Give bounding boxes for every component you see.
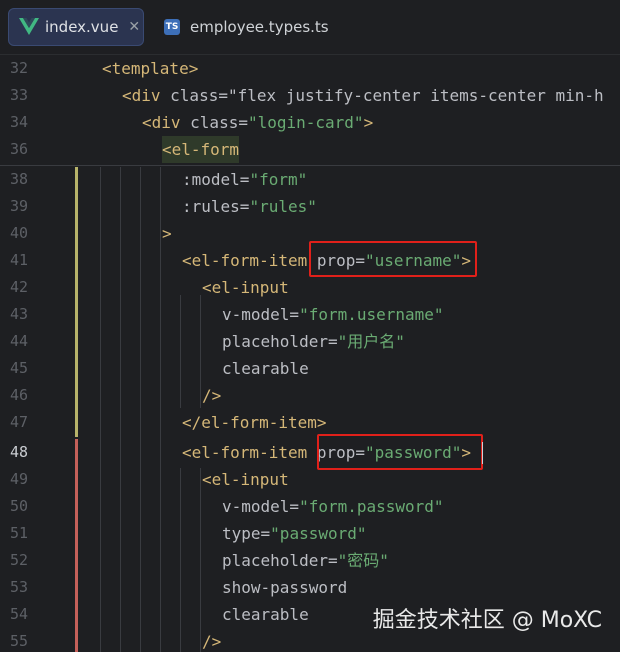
highlight-box-password-prop <box>317 434 483 470</box>
code-text: > <box>162 224 172 243</box>
code-line: 34 <div class="login-card"> <box>0 109 620 136</box>
code-line: 53 show-password <box>0 574 620 601</box>
tab-employee-types-ts[interactable]: TS employee.types.ts <box>164 8 329 46</box>
tab-index-vue[interactable]: index.vue ✕ <box>8 8 144 46</box>
code-text: <div class="login-card"> <box>142 113 374 132</box>
tab-label: employee.types.ts <box>190 18 329 36</box>
code-text: /> <box>202 632 222 651</box>
code-line: 46/> <box>0 382 620 409</box>
code-text: clearable <box>222 605 309 624</box>
ts-file-icon: TS <box>164 19 180 35</box>
code-line: 43 v-model="form.username" <box>0 301 620 328</box>
code-line: 42 <el-input <box>0 274 620 301</box>
code-text: :model="form" <box>182 170 308 189</box>
code-text: <el-input <box>202 278 289 297</box>
code-line: 32 <template> <box>9 59 199 78</box>
code-text: <template> <box>102 59 199 78</box>
code-text: </el-form-item> <box>182 413 327 432</box>
highlight-box-username-prop <box>309 241 477 277</box>
editor-tab-bar: index.vue ✕ TS employee.types.ts <box>0 0 620 55</box>
code-line: 47 </el-form-item> <box>0 409 620 436</box>
vue-logo-icon <box>19 18 39 35</box>
tab-label: index.vue <box>45 18 119 36</box>
code-text: <el-input <box>202 470 289 489</box>
code-text: placeholder="用户名" <box>222 332 405 351</box>
code-line: 52 placeholder="密码" <box>0 547 620 574</box>
code-line: 50 v-model="form.password" <box>0 493 620 520</box>
code-text: show-password <box>222 578 348 597</box>
code-text: v-model="form.password" <box>222 497 444 516</box>
code-line: 38:model="form" <box>0 166 620 193</box>
code-text: /> <box>202 386 222 405</box>
text-caret <box>482 442 483 464</box>
code-line: 39:rules="rules" <box>0 193 620 220</box>
code-text: <el-form <box>162 136 240 163</box>
code-text: :rules="rules" <box>182 197 317 216</box>
code-text: placeholder="密码" <box>222 551 389 570</box>
code-text: <div class="flex justify-center items-ce… <box>122 86 604 105</box>
code-editor[interactable]: 32 <template> 33 <div class="flex justify-… <box>0 55 620 652</box>
watermark: 掘金技术社区 @ MoXC <box>372 608 602 633</box>
code-line: 36 <el-form <box>0 136 620 163</box>
code-line-current: 48 <el-form-item prop="password"> <box>0 439 620 466</box>
close-icon[interactable]: ✕ <box>128 19 140 35</box>
code-line: 44 placeholder="用户名" <box>0 328 620 355</box>
code-line: 49 <el-input <box>0 466 620 493</box>
code-line: 45 clearable <box>0 355 620 382</box>
code-text: type="password" <box>222 524 367 543</box>
code-line: 33 <div class="flex justify-center items-… <box>0 82 620 109</box>
code-text: v-model="form.username" <box>222 305 444 324</box>
code-text: clearable <box>222 359 309 378</box>
code-line: 51 type="password" <box>0 520 620 547</box>
